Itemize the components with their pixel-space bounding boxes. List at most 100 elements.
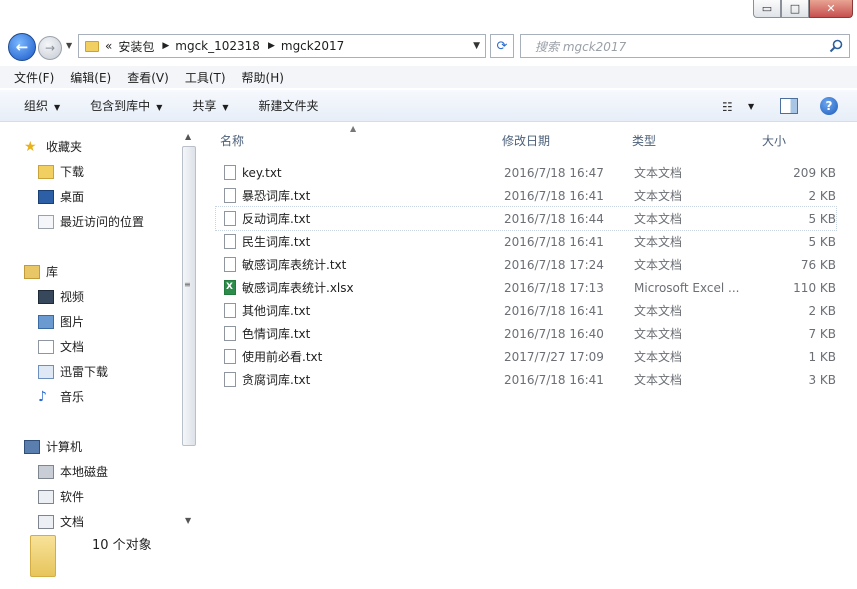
nav-group-libraries[interactable]: 库 xyxy=(24,263,58,280)
file-date: 2016/7/18 16:41 xyxy=(504,188,604,203)
nav-item-thunder-downloads[interactable]: 迅雷下载 xyxy=(38,363,108,380)
text-file-icon xyxy=(224,257,236,272)
file-row[interactable]: 其他词库.txt 2016/7/18 16:41 文本文档 2 KB xyxy=(216,299,836,322)
search-icon[interactable] xyxy=(829,39,843,53)
organize-button[interactable]: 组织 ▼ xyxy=(24,97,60,114)
breadcrumb-label: mgck2017 xyxy=(280,39,345,53)
chevron-down-icon: ▼ xyxy=(156,103,163,112)
new-folder-button[interactable]: 新建文件夹 xyxy=(259,97,319,114)
nav-item-desktop[interactable]: 桌面 xyxy=(38,188,84,205)
refresh-button[interactable]: ⟳ xyxy=(490,34,514,58)
file-size: 209 KB xyxy=(793,165,836,180)
chevron-right-icon[interactable]: ▶ xyxy=(268,41,275,51)
scroll-up-icon[interactable]: ▲ xyxy=(185,132,191,141)
file-name-cell: 敏感词库表统计.xlsx xyxy=(224,279,354,296)
view-options-icon[interactable]: ☷ xyxy=(722,100,733,114)
file-row[interactable]: 民生词库.txt 2016/7/18 16:41 文本文档 5 KB xyxy=(216,230,836,253)
text-file-icon xyxy=(224,165,236,180)
minimize-button[interactable]: ▭ xyxy=(753,0,781,18)
scrollbar-thumb[interactable] xyxy=(182,146,196,446)
scroll-down-icon[interactable]: ▼ xyxy=(185,516,191,525)
nav-item-recent-places[interactable]: 最近访问的位置 xyxy=(38,213,144,230)
nav-group-favorites[interactable]: ★ 收藏夹 xyxy=(24,138,82,155)
file-name-cell: 暴恐词库.txt xyxy=(224,187,310,204)
file-row[interactable]: key.txt 2016/7/18 16:47 文本文档 209 KB xyxy=(216,161,836,184)
column-header-type[interactable]: 类型 xyxy=(632,132,656,149)
file-name-cell: 敏感词库表统计.txt xyxy=(224,256,346,273)
star-icon: ★ xyxy=(24,138,37,155)
file-type: 文本文档 xyxy=(634,235,683,249)
navigation-scrollbar[interactable]: ▲ ≡ ▼ xyxy=(181,132,198,532)
menu-edit[interactable]: 编辑(E) xyxy=(70,69,111,86)
picture-icon xyxy=(38,314,54,329)
file-type: 文本文档 xyxy=(634,373,683,387)
file-row[interactable]: 反动词库.txt 2016/7/18 16:44 文本文档 5 KB xyxy=(215,206,837,231)
file-row[interactable]: 敏感词库表统计.txt 2016/7/18 17:24 文本文档 76 KB xyxy=(216,253,836,276)
help-icon[interactable]: ? xyxy=(820,97,838,115)
preview-pane-icon[interactable] xyxy=(780,98,798,114)
share-button[interactable]: 共享 ▼ xyxy=(192,97,228,114)
nav-item-downloads[interactable]: 下载 xyxy=(38,163,84,180)
text-file-icon xyxy=(224,234,236,249)
file-row[interactable]: 敏感词库表统计.xlsx 2016/7/18 17:13 Microsoft E… xyxy=(216,276,836,299)
menu-help[interactable]: 帮助(H) xyxy=(242,69,284,86)
back-button[interactable]: ← xyxy=(8,33,36,61)
organize-label: 组织 xyxy=(24,99,49,113)
file-row[interactable]: 使用前必看.txt 2017/7/27 17:09 文本文档 1 KB xyxy=(216,345,836,368)
file-date: 2016/7/18 16:41 xyxy=(504,303,604,318)
file-size: 5 KB xyxy=(808,234,836,249)
file-row[interactable]: 暴恐词库.txt 2016/7/18 16:41 文本文档 2 KB xyxy=(216,184,836,207)
nav-item-documents-drive[interactable]: 文档 xyxy=(38,513,84,530)
menu-file[interactable]: 文件(F) xyxy=(14,69,54,86)
breadcrumb-item[interactable]: mgck2017 xyxy=(281,39,344,53)
menu-bar: 文件(F) 编辑(E) 查看(V) 工具(T) 帮助(H) xyxy=(0,66,857,88)
file-row[interactable]: 贪腐词库.txt 2016/7/18 16:41 文本文档 3 KB xyxy=(216,368,836,391)
menu-tools[interactable]: 工具(T) xyxy=(185,69,226,86)
close-icon: ✕ xyxy=(826,2,836,15)
file-size: 2 KB xyxy=(808,303,836,318)
include-library-button[interactable]: 包含到库中 ▼ xyxy=(90,97,162,114)
recent-pages-dropdown[interactable]: ▼ xyxy=(66,41,72,50)
nav-item-documents[interactable]: 文档 xyxy=(38,338,84,355)
file-type: 文本文档 xyxy=(634,304,683,318)
file-type: 文本文档 xyxy=(634,212,683,226)
maximize-icon: □ xyxy=(789,2,801,15)
nav-item-videos[interactable]: 视频 xyxy=(38,288,84,305)
video-icon xyxy=(38,289,54,304)
breadcrumb-overflow[interactable]: « xyxy=(105,39,112,53)
nav-item-music[interactable]: ♪ 音乐 xyxy=(38,388,84,405)
search-input[interactable]: 搜索 mgck2017 xyxy=(520,34,850,58)
column-header-name[interactable]: 名称 xyxy=(220,132,244,149)
maximize-button[interactable]: □ xyxy=(781,0,809,18)
include-library-label: 包含到库中 xyxy=(90,99,151,113)
breadcrumb-item[interactable]: mgck_102318 xyxy=(175,39,260,53)
computer-icon xyxy=(24,439,40,454)
chevron-right-icon[interactable]: ▶ xyxy=(162,41,169,51)
nav-item-local-disk[interactable]: 本地磁盘 xyxy=(38,463,108,480)
item-count: 10 个对象 xyxy=(92,538,152,553)
menu-view[interactable]: 查看(V) xyxy=(127,69,169,86)
address-bar[interactable]: « 安装包 ▶ mgck_102318 ▶ mgck2017 ▼ xyxy=(78,34,486,58)
text-file-icon xyxy=(224,303,236,318)
column-header-date[interactable]: 修改日期 xyxy=(502,132,550,149)
file-row[interactable]: 色情词库.txt 2016/7/18 16:40 文本文档 7 KB xyxy=(216,322,836,345)
nav-item-pictures[interactable]: 图片 xyxy=(38,313,84,330)
nav-group-computer[interactable]: 计算机 xyxy=(24,438,82,455)
search-placeholder: 搜索 mgck2017 xyxy=(535,39,627,54)
file-name: 民生词库.txt xyxy=(242,235,311,249)
file-name: 反动词库.txt xyxy=(242,212,311,226)
nav-item-software[interactable]: 软件 xyxy=(38,488,84,505)
file-date: 2016/7/18 16:41 xyxy=(504,234,604,249)
close-button[interactable]: ✕ xyxy=(809,0,853,18)
drive-icon xyxy=(38,514,54,529)
chevron-down-icon[interactable]: ▼ xyxy=(748,102,754,111)
text-file-icon xyxy=(224,349,236,364)
forward-button[interactable]: → xyxy=(38,36,62,60)
breadcrumb-item[interactable]: 安装包 xyxy=(118,38,154,55)
chevron-down-icon[interactable]: ▼ xyxy=(473,41,480,51)
nav-item-label: 音乐 xyxy=(60,390,85,404)
nav-group-label: 库 xyxy=(46,265,59,279)
nav-item-label: 文档 xyxy=(60,340,85,354)
file-name: 其他词库.txt xyxy=(242,304,311,318)
column-header-size[interactable]: 大小 xyxy=(762,132,786,149)
